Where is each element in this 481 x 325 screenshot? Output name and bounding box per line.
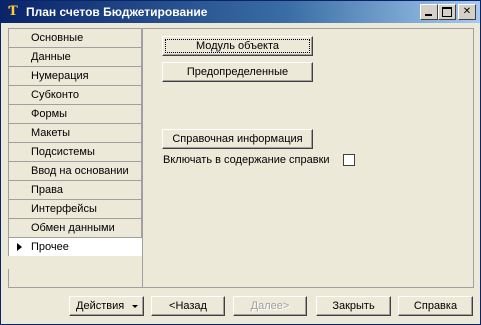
window-title: План счетов Бюджетирование (26, 5, 208, 19)
dropdown-arrow-icon (132, 305, 138, 308)
tab-obmen-dannymi[interactable]: Обмен данными (8, 218, 142, 237)
tab-label: Макеты (31, 127, 71, 139)
tab-prochee[interactable]: Прочее (8, 237, 142, 256)
include-help-label: Включать в содержание справки (163, 154, 330, 166)
title-bar[interactable]: Ƭ План счетов Бюджетирование ✕ (1, 1, 480, 23)
dialog-window: Ƭ План счетов Бюджетирование ✕ Основные … (0, 0, 481, 325)
minimize-icon (425, 14, 432, 16)
tab-label: Прочее (31, 241, 69, 253)
tab-interfeysy[interactable]: Интерфейсы (8, 199, 142, 218)
tab-subkonto[interactable]: Субконто (8, 85, 142, 104)
app-icon: Ƭ (8, 4, 18, 19)
tab-numeratsiya[interactable]: Нумерация (8, 66, 142, 85)
next-button[interactable]: Далее> (233, 296, 307, 316)
back-button[interactable]: <Назад (151, 296, 225, 316)
tab-podsistemy[interactable]: Подсистемы (8, 142, 142, 161)
tab-label: Нумерация (31, 70, 89, 82)
tab-label: Интерфейсы (31, 203, 97, 215)
tab-list-bottom (8, 269, 142, 288)
actions-button[interactable]: Действия (69, 296, 144, 316)
help-button[interactable]: Справка (398, 296, 473, 316)
maximize-button[interactable] (438, 4, 456, 20)
tab-list: Основные Данные Нумерация Субконто Формы… (8, 28, 142, 256)
tab-label: Подсистемы (31, 146, 95, 158)
tab-label: Основные (31, 32, 84, 44)
close-icon: ✕ (462, 6, 472, 17)
tab-vvod-na-osnovanii[interactable]: Ввод на основании (8, 161, 142, 180)
object-module-button[interactable]: Модуль объекта (162, 36, 313, 56)
tab-label: Ввод на основании (31, 165, 129, 177)
tab-label: Субконто (31, 89, 80, 101)
tab-label: Формы (31, 108, 68, 120)
maximize-icon (442, 7, 452, 17)
close-button[interactable]: Закрыть (316, 296, 391, 316)
active-tab-arrow-icon (17, 243, 22, 251)
predefined-button[interactable]: Предопределенные (162, 62, 313, 82)
tab-label: Права (31, 184, 63, 196)
close-window-button[interactable]: ✕ (458, 4, 476, 20)
tab-osnovnye[interactable]: Основные (8, 28, 142, 47)
tab-prava[interactable]: Права (8, 180, 142, 199)
help-info-button[interactable]: Справочная информация (162, 129, 313, 149)
include-help-checkbox[interactable] (343, 154, 355, 166)
tab-label: Обмен данными (31, 222, 115, 234)
minimize-button[interactable] (420, 4, 438, 20)
tab-makety[interactable]: Макеты (8, 123, 142, 142)
tab-formy[interactable]: Формы (8, 104, 142, 123)
actions-label: Действия (76, 300, 125, 312)
tab-dannye[interactable]: Данные (8, 47, 142, 66)
tab-label: Данные (31, 51, 71, 63)
